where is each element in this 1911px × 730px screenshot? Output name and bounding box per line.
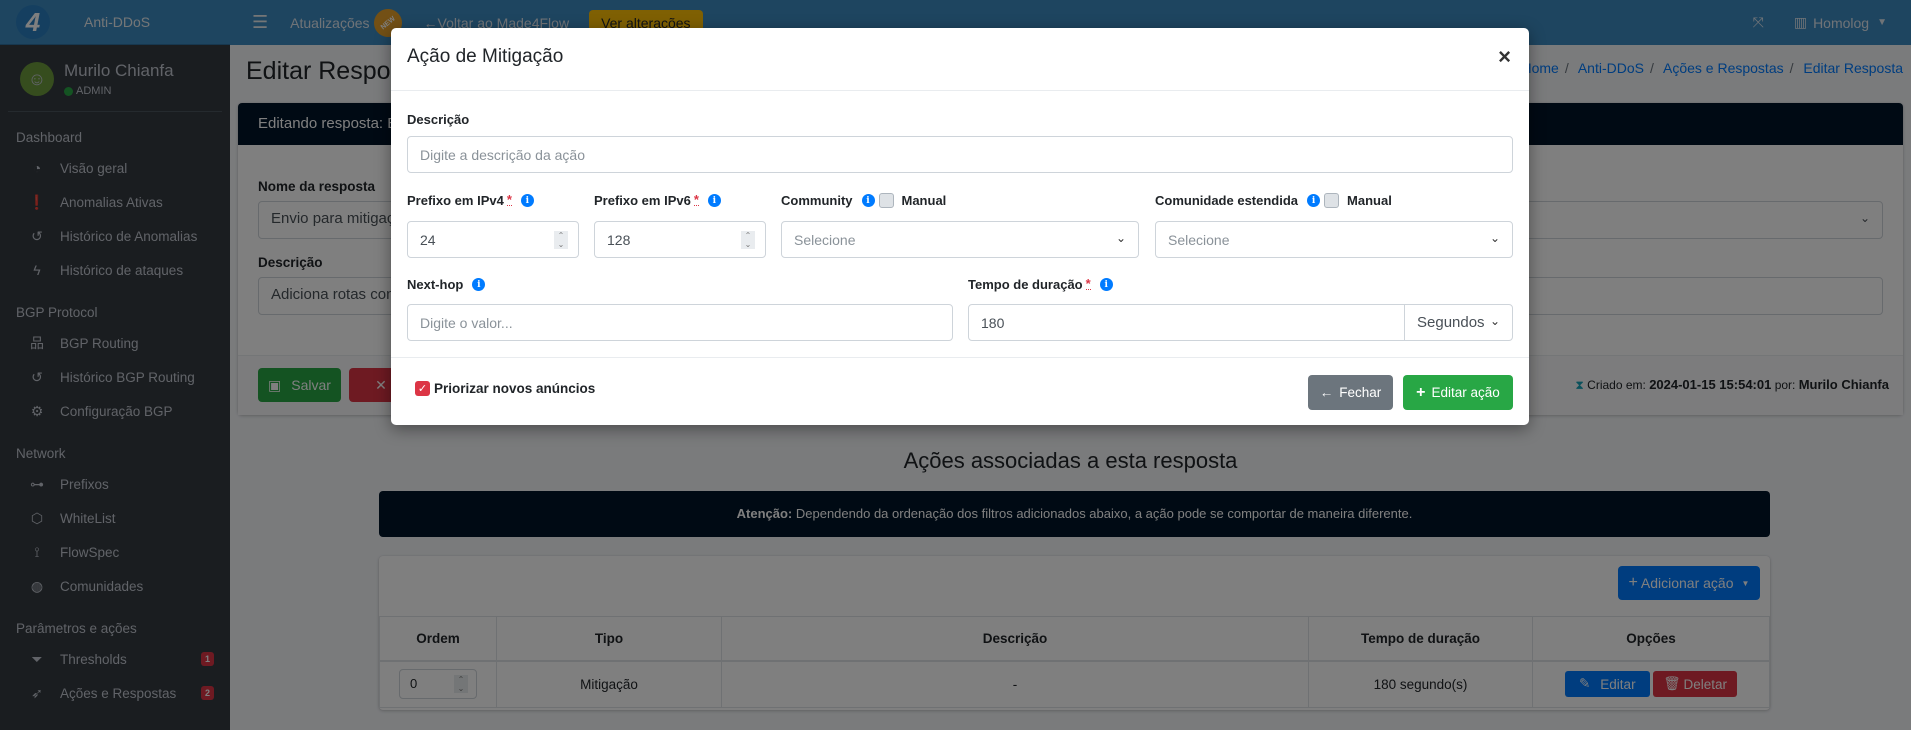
ext-community-label: Comunidade estendida i Manual xyxy=(1155,193,1392,208)
nexthop-placeholder: Digite o valor... xyxy=(420,314,513,331)
ext-community-select[interactable]: Selecione ⌄ xyxy=(1155,221,1513,258)
modal-header: Ação de Mitigação × xyxy=(391,28,1529,91)
community-label: Community i Manual xyxy=(781,193,946,208)
nexthop-label-text: Next-hop xyxy=(407,277,464,292)
chevron-down-icon: ⌄ xyxy=(1489,231,1500,245)
info-icon[interactable]: i xyxy=(472,278,486,291)
nexthop-label: Next-hop i xyxy=(407,277,486,292)
community-label-text: Community xyxy=(781,193,853,208)
modal-desc-label: Descrição xyxy=(407,112,470,127)
duration-label: Tempo de duração * i xyxy=(968,277,1113,292)
chevron-down-icon: ⌄ xyxy=(1115,231,1126,245)
plus-icon: + xyxy=(1416,383,1426,401)
nexthop-input[interactable]: Digite o valor... xyxy=(407,304,953,341)
spinner-icon[interactable]: ⌃⌄ xyxy=(741,231,755,249)
community-select-value: Selecione xyxy=(794,231,856,248)
duration-input[interactable]: 180 xyxy=(968,304,1405,341)
info-icon[interactable]: i xyxy=(520,194,534,207)
info-icon[interactable]: i xyxy=(707,194,721,207)
required-mark: * xyxy=(1085,276,1091,291)
modal-title: Ação de Mitigação xyxy=(407,46,564,67)
description-placeholder: Digite a descrição da ação xyxy=(420,146,585,163)
ext-manual-label: Manual xyxy=(1347,193,1392,208)
modal-footer: ✓ Priorizar novos anúncios ← Fechar + Edita… xyxy=(391,357,1529,425)
modal-description-input[interactable]: Digite a descrição da ação xyxy=(407,136,1513,173)
info-icon[interactable]: i xyxy=(861,194,875,207)
community-select[interactable]: Selecione ⌄ xyxy=(781,221,1139,258)
ipv6-prefix-input[interactable]: 128 ⌃ ⌄ xyxy=(594,221,766,258)
duration-unit-value: Segundos xyxy=(1417,314,1485,331)
close-button-label: Fechar xyxy=(1339,385,1382,400)
prioritize-checkbox[interactable]: ✓ Priorizar novos anúncios xyxy=(415,381,595,396)
edit-action-label: Editar ação xyxy=(1431,385,1500,400)
duration-value: 180 xyxy=(981,314,1005,331)
ipv4-prefix-input[interactable]: 24 ⌃ ⌄ xyxy=(407,221,579,258)
ipv4-value: 24 xyxy=(420,231,436,248)
ipv6-value: 128 xyxy=(607,231,631,248)
ext-select-value: Selecione xyxy=(1168,231,1230,248)
community-manual-checkbox[interactable] xyxy=(878,193,894,208)
chevron-down-icon: ⌄ xyxy=(1489,314,1500,328)
info-icon[interactable]: i xyxy=(1307,194,1321,207)
ipv6-label-text: Prefixo em IPv6 xyxy=(594,193,691,208)
check-icon: ✓ xyxy=(415,381,430,396)
prioritize-label: Priorizar novos anúncios xyxy=(434,381,596,396)
ipv6-label: Prefixo em IPv6 * i xyxy=(594,193,721,208)
duration-label-text: Tempo de duração xyxy=(968,277,1083,292)
arrow-left-icon: ← xyxy=(1319,385,1334,400)
close-icon[interactable]: × xyxy=(1498,44,1511,70)
community-manual-label: Manual xyxy=(901,193,947,208)
duration-unit-select[interactable]: Segundos ⌄ xyxy=(1404,304,1513,341)
edit-action-button[interactable]: + Editar ação xyxy=(1403,375,1513,410)
ext-manual-checkbox[interactable] xyxy=(1324,193,1340,208)
ext-label-text: Comunidade estendida xyxy=(1155,193,1299,208)
spinner-icon[interactable]: ⌃⌄ xyxy=(554,231,568,249)
ipv4-label: Prefixo em IPv4 * i xyxy=(407,193,534,208)
mitigation-action-modal: Ação de Mitigação × Descrição Digite a d… xyxy=(391,28,1529,425)
ipv4-label-text: Prefixo em IPv4 xyxy=(407,193,504,208)
required-mark: * xyxy=(506,192,512,207)
required-mark: * xyxy=(693,192,699,207)
close-button[interactable]: ← Fechar xyxy=(1308,375,1393,410)
info-icon[interactable]: i xyxy=(1099,278,1113,291)
